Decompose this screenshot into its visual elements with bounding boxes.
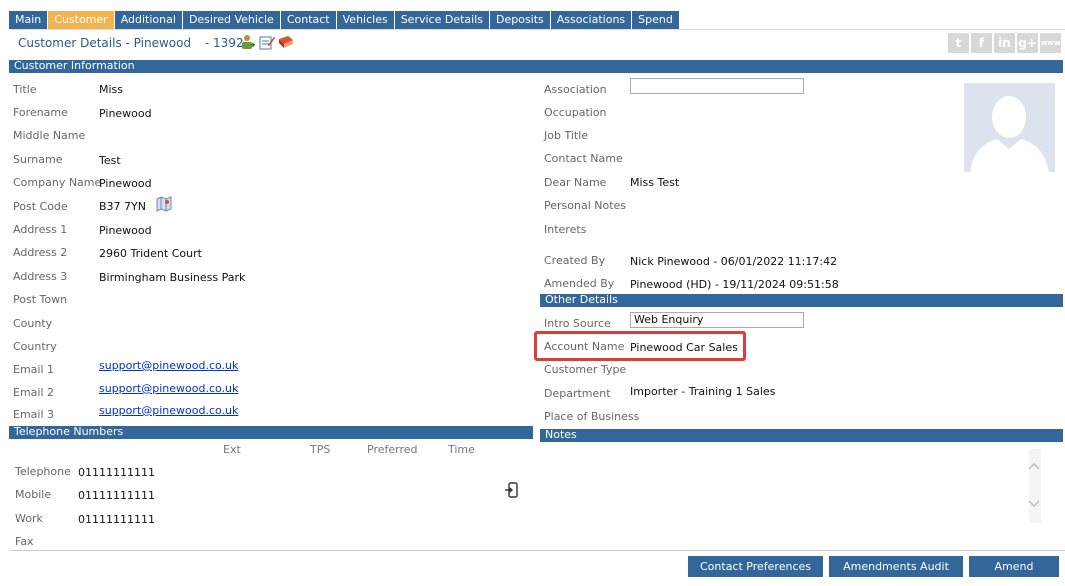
personal-notes-label: Personal Notes — [544, 199, 627, 212]
section-notes: Notes — [540, 429, 1063, 442]
chevron-up-icon[interactable] — [1027, 460, 1041, 474]
contact-name-label: Contact Name — [544, 152, 623, 165]
occupation-label: Occupation — [544, 106, 607, 119]
title-value: Miss — [99, 83, 124, 96]
customer-avatar — [964, 83, 1055, 172]
forename-label: Forename — [13, 106, 68, 119]
surname-value: Test — [99, 154, 121, 167]
tab-customer[interactable]: Customer — [48, 11, 115, 30]
dear-name-label: Dear Name — [544, 176, 607, 189]
email-3-link[interactable]: support@pinewood.co.uk — [99, 404, 238, 417]
company-name-value: Pinewood — [99, 177, 152, 190]
tab-divider — [9, 29, 1065, 30]
tab-additional[interactable]: Additional — [114, 11, 183, 30]
tab-vehicles[interactable]: Vehicles — [336, 11, 395, 30]
association-label: Association — [544, 83, 607, 96]
email-1-link[interactable]: support@pinewood.co.uk — [99, 359, 238, 372]
email-2-link[interactable]: support@pinewood.co.uk — [99, 382, 238, 395]
title-icons — [240, 34, 294, 50]
book-icon[interactable] — [278, 34, 294, 50]
fax-label: Fax — [15, 535, 34, 548]
created-by-label: Created By — [544, 254, 606, 267]
post-code-value: B37 7YN — [99, 200, 146, 213]
facebook-icon[interactable]: f — [971, 33, 992, 53]
work-label: Work — [15, 512, 43, 525]
phone-header-ext: Ext — [223, 443, 241, 456]
account-name-highlight — [534, 331, 746, 361]
footer-divider — [9, 550, 1065, 551]
social-links: t f in g+ www — [948, 33, 1061, 53]
mobile-label: Mobile — [15, 488, 52, 501]
email-1-label: Email 1 — [13, 363, 55, 376]
linkedin-icon[interactable]: in — [994, 33, 1015, 53]
website-icon[interactable]: www — [1040, 33, 1061, 53]
tab-deposits[interactable]: Deposits — [490, 11, 551, 30]
phone-header-preferred: Preferred — [367, 443, 418, 456]
title-label: Title — [13, 83, 37, 96]
edit-note-icon[interactable] — [259, 34, 275, 50]
interests-label: Interets — [544, 223, 587, 236]
address-3-value: Birmingham Business Park — [99, 271, 246, 284]
google-plus-icon[interactable]: g+ — [1017, 33, 1038, 53]
customer-number: - 1392 — [204, 36, 244, 50]
tab-contact[interactable]: Contact — [280, 11, 337, 30]
mobile-sms-icon[interactable] — [504, 482, 518, 498]
twitter-icon[interactable]: t — [948, 33, 969, 53]
tab-associations[interactable]: Associations — [550, 11, 633, 30]
address-2-label: Address 2 — [13, 246, 68, 259]
email-3-label: Email 3 — [13, 408, 55, 421]
company-name-label: Company Name — [13, 176, 102, 189]
amended-by-value: Pinewood (HD) - 19/11/2024 09:51:58 — [630, 278, 839, 291]
email-2-label: Email 2 — [13, 386, 55, 399]
section-other-details: Other Details — [540, 294, 1063, 307]
phone-header-tps: TPS — [310, 443, 331, 456]
amend-button[interactable]: Amend — [969, 556, 1059, 577]
intro-source-input[interactable]: Web Enquiry — [630, 312, 804, 328]
post-town-label: Post Town — [13, 293, 68, 306]
association-input[interactable] — [630, 78, 804, 94]
department-label: Department — [544, 387, 611, 400]
tab-main[interactable]: Main — [9, 11, 49, 30]
job-title-label: Job Title — [544, 129, 589, 142]
county-label: County — [13, 317, 53, 330]
amendments-audit-button[interactable]: Amendments Audit — [829, 556, 963, 577]
forename-value: Pinewood — [99, 107, 152, 120]
tab-bar: Main Customer Additional Desired Vehicle… — [9, 11, 680, 30]
contact-preferences-button[interactable]: Contact Preferences — [688, 556, 823, 577]
address-1-label: Address 1 — [13, 223, 68, 236]
intro-source-label: Intro Source — [544, 317, 611, 330]
tab-desired-vehicle[interactable]: Desired Vehicle — [182, 11, 281, 30]
telephone-value: 01111111111 — [78, 466, 155, 479]
address-2-value: 2960 Trident Court — [99, 247, 202, 260]
post-code-label: Post Code — [13, 200, 68, 213]
page-title-text: Customer Details - Pinewood — [18, 36, 192, 50]
tab-service-details[interactable]: Service Details — [394, 11, 490, 30]
map-icon[interactable] — [156, 196, 172, 212]
user-add-icon[interactable] — [240, 34, 256, 50]
created-by-value: Nick Pinewood - 06/01/2022 11:17:42 — [630, 255, 838, 268]
department-value: Importer - Training 1 Sales — [630, 385, 776, 398]
dear-name-value: Miss Test — [630, 176, 680, 189]
work-value: 01111111111 — [78, 513, 155, 526]
section-telephone-numbers: Telephone Numbers — [9, 426, 533, 439]
country-label: Country — [13, 340, 57, 353]
middle-name-label: Middle Name — [13, 129, 86, 142]
mobile-value: 01111111111 — [78, 489, 155, 502]
amended-by-label: Amended By — [544, 277, 615, 290]
address-1-value: Pinewood — [99, 224, 152, 237]
chevron-down-icon[interactable] — [1027, 498, 1041, 512]
tab-spend[interactable]: Spend — [632, 11, 680, 30]
surname-label: Surname — [13, 153, 63, 166]
place-of-business-label: Place of Business — [544, 410, 640, 423]
page-title: Customer Details - Pinewood - 1392 — [18, 36, 244, 50]
telephone-label: Telephone — [15, 465, 71, 478]
section-customer-information: Customer Information — [9, 60, 1063, 73]
phone-header-time: Time — [448, 443, 475, 456]
customer-type-label: Customer Type — [544, 363, 627, 376]
address-3-label: Address 3 — [13, 270, 68, 283]
